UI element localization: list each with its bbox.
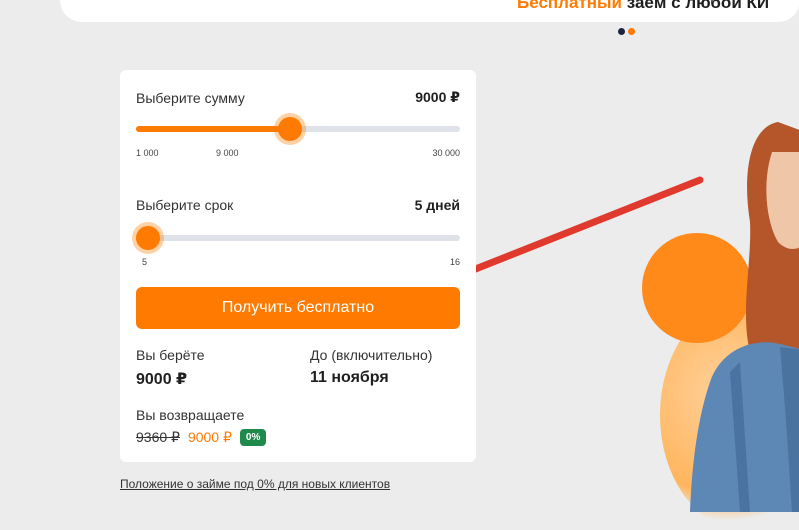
amount-slider-fill [136,126,291,132]
due-value: 11 ноября [310,369,389,386]
amount-tick-max: 30 000 [432,148,460,158]
return-prices: 9360 ₽ 9000 ₽ 0% [136,429,267,446]
term-value: 5 дней [414,197,460,213]
amount-slider[interactable] [136,117,460,141]
discount-badge: 0% [239,429,267,446]
amount-value: 9000 ₽ [415,89,460,105]
amount-header: Выберите сумму 9000 ₽ [136,89,460,106]
carousel-dot-active[interactable] [618,28,625,35]
term-slider-thumb[interactable] [136,226,160,250]
amount-slider-thumb[interactable] [278,117,303,141]
loan-calculator: Выберите сумму 9000 ₽ 1 000 9 000 30 000… [120,70,476,462]
amount-tick-current: 9 000 [216,148,239,158]
return-label: Вы возвращаете [136,407,245,423]
loan-terms-link[interactable]: Положение о займе под 0% для новых клиен… [120,477,390,491]
term-label: Выберите срок [136,197,234,213]
carousel-dot-inactive[interactable] [628,28,635,35]
get-free-button[interactable]: Получить бесплатно [136,287,460,329]
banner-headline: Бесплатный заём с любой КИ [517,0,769,13]
banner-accent: Бесплатный [517,0,622,12]
term-tick-min: 5 [142,257,148,267]
borrow-label: Вы берёте [136,347,205,363]
carousel-dots [618,28,635,35]
term-slider[interactable] [136,226,460,250]
old-price: 9360 ₽ [136,429,180,445]
due-label: До (включительно) [310,347,433,363]
term-header: Выберите срок 5 дней [136,197,460,213]
borrow-value: 9000 ₽ [136,371,188,388]
banner-rest: заём с любой КИ [622,0,770,12]
term-tick-max: 16 [449,257,460,267]
amount-label: Выберите сумму [136,89,245,106]
amount-tick-min: 1 000 [136,148,159,158]
new-price: 9000 ₽ [187,429,232,445]
